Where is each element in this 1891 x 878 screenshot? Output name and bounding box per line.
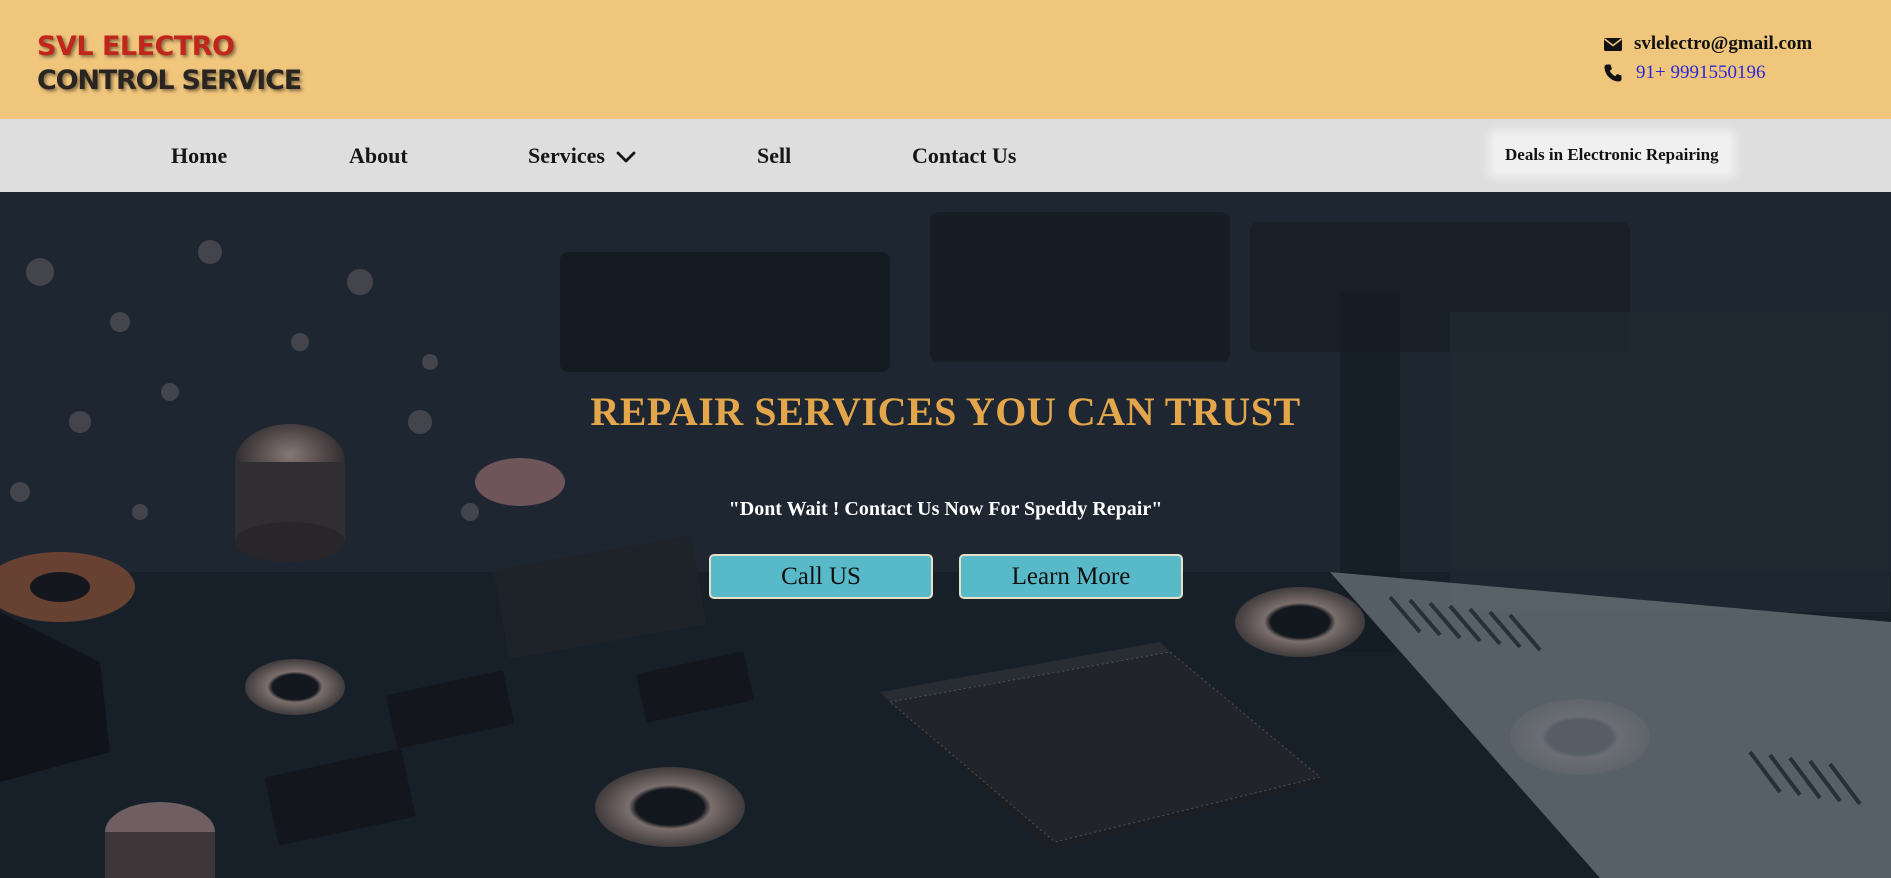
call-us-button[interactable]: Call US — [709, 554, 933, 599]
brand-name-line1: SVL ELECTRO — [37, 31, 235, 62]
nav-item-services-label: Services — [528, 143, 605, 168]
brand-logo[interactable]: SVL ELECTRO CONTROL SERVICE — [37, 30, 302, 98]
phone-row[interactable]: 91+ 9991550196 — [1603, 58, 1812, 87]
email-row[interactable]: svlelectro@gmail.com — [1603, 29, 1812, 58]
nav-item-services[interactable]: Services — [528, 119, 636, 192]
email-address[interactable]: svlelectro@gmail.com — [1634, 33, 1812, 55]
nav-item-sell[interactable]: Sell — [757, 119, 791, 192]
hero-banner: REPAIR SERVICES YOU CAN TRUST "Dont Wait… — [0, 192, 1891, 878]
contact-info: svlelectro@gmail.com 91+ 9991550196 — [1603, 29, 1812, 87]
top-header: SVL ELECTRO CONTROL SERVICE svlelectro@g… — [0, 0, 1891, 119]
brand-name-line2: CONTROL SERVICE — [37, 65, 302, 96]
hero-title: REPAIR SERVICES YOU CAN TRUST — [590, 389, 1301, 434]
chevron-down-icon[interactable] — [616, 150, 636, 164]
learn-more-button[interactable]: Learn More — [959, 554, 1183, 599]
hero-dark-overlay — [0, 192, 1891, 878]
phone-number-link[interactable]: 91+ 9991550196 — [1636, 62, 1765, 84]
nav-item-home[interactable]: Home — [171, 119, 227, 192]
nav-item-about[interactable]: About — [349, 119, 408, 192]
phone-icon — [1604, 64, 1622, 81]
envelope-icon — [1604, 37, 1622, 51]
business-tagline: Deals in Electronic Repairing — [1495, 137, 1729, 171]
hero-subtitle: "Dont Wait ! Contact Us Now For Speddy R… — [728, 498, 1163, 520]
main-navigation: Home About Services Sell Contact Us Deal… — [0, 119, 1891, 192]
nav-item-contact-us[interactable]: Contact Us — [912, 119, 1017, 192]
